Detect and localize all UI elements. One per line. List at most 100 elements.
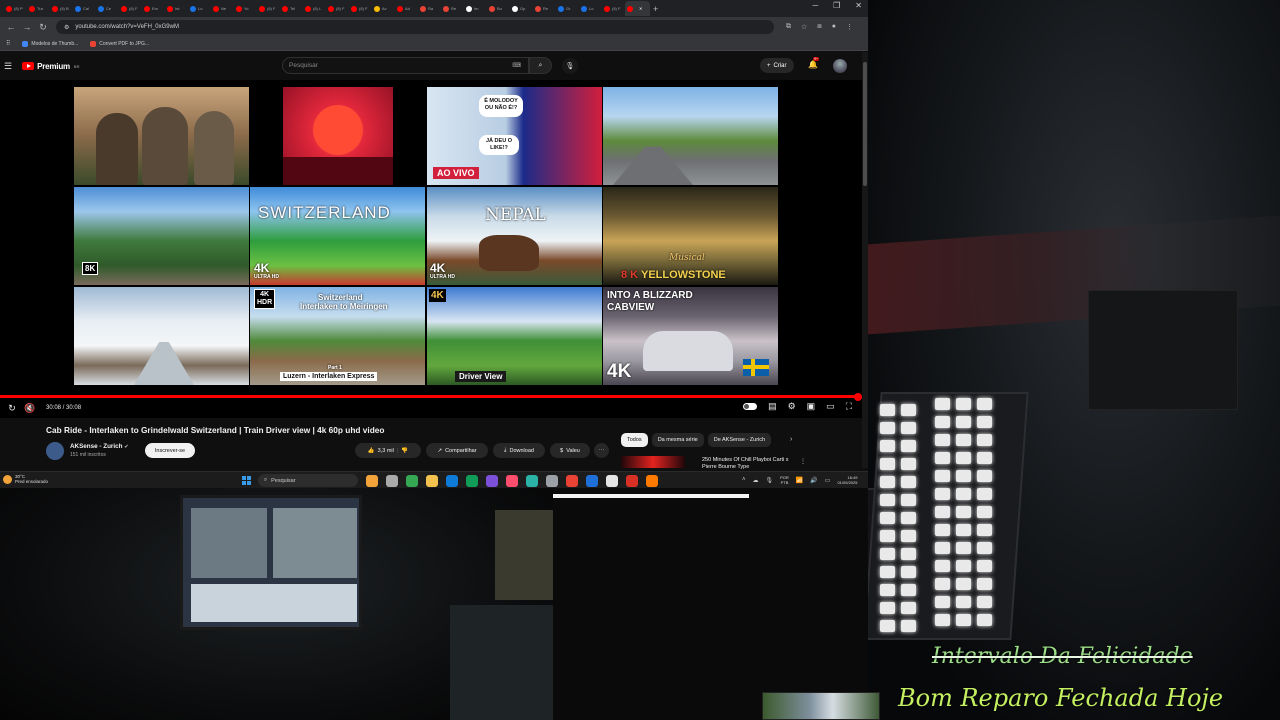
browser-tab[interactable]: Im: [464, 1, 487, 16]
browser-tab[interactable]: Cal: [73, 1, 96, 16]
recommended-thumbnail[interactable]: [621, 456, 685, 468]
taskbar-app-icon[interactable]: [446, 475, 458, 487]
youtube-logo[interactable]: Premium BR: [22, 62, 79, 71]
site-info-icon[interactable]: ⚙: [64, 24, 69, 31]
taskbar-app-icon[interactable]: [406, 475, 418, 487]
browser-tab[interactable]: (8) L: [303, 1, 326, 16]
fullscreen-icon[interactable]: ⛶: [846, 401, 852, 412]
taskbar-app-icon[interactable]: [646, 475, 658, 487]
back-icon[interactable]: ←: [6, 22, 16, 32]
taskbar-app-icon[interactable]: [366, 475, 378, 487]
endscreen-video[interactable]: [603, 87, 778, 185]
profile-icon[interactable]: ●: [832, 23, 836, 31]
endscreen-video[interactable]: Musical 8 K YELLOWSTONE: [603, 187, 778, 285]
search-input[interactable]: Pesquisar ⌨: [282, 57, 529, 74]
recommended-title[interactable]: 250 Minutes Of Chill Playboi Carti x Pie…: [702, 457, 798, 471]
notifications-button[interactable]: 🔔 9+: [808, 57, 819, 69]
taskbar-app-icon[interactable]: [426, 475, 438, 487]
volume-icon[interactable]: 🔊: [810, 477, 817, 484]
replay-icon[interactable]: ↻: [6, 403, 18, 414]
settings-gear-icon[interactable]: ⚙: [788, 401, 796, 412]
browser-tab[interactable]: (8) F: [602, 1, 625, 16]
browser-tab[interactable]: (8) P: [4, 1, 27, 16]
endscreen-video[interactable]: [74, 87, 249, 185]
browser-tab[interactable]: Re: [441, 1, 464, 16]
browser-tab[interactable]: Tra: [27, 1, 50, 16]
like-dislike-button[interactable]: 👍 3,3 mil | 👎: [355, 443, 421, 458]
endscreen-video[interactable]: [283, 87, 393, 185]
browser-tab[interactable]: (8) F: [349, 1, 372, 16]
endscreen-video[interactable]: 4K Driver View: [427, 287, 602, 385]
reload-icon[interactable]: ↻: [38, 22, 48, 33]
endscreen-video[interactable]: 8K: [74, 187, 249, 285]
browser-tab[interactable]: Op: [510, 1, 533, 16]
miniplayer-icon[interactable]: ▣: [807, 401, 816, 412]
chevron-right-icon[interactable]: ›: [790, 436, 792, 443]
thanks-button[interactable]: $ Valeu: [550, 443, 590, 458]
microphone-icon[interactable]: 🎙: [766, 477, 774, 484]
bookmark-item[interactable]: Modelos de Thumb...: [22, 40, 78, 47]
extension-icon[interactable]: ⧈: [817, 23, 821, 31]
bookmark-item[interactable]: Convert PDF to JPG...: [90, 40, 149, 47]
wifi-icon[interactable]: 📶: [796, 477, 803, 484]
browser-tab[interactable]: Lo: [579, 1, 602, 16]
taskbar-app-icon[interactable]: [506, 475, 518, 487]
browser-tab[interactable]: Av: [372, 1, 395, 16]
taskbar-app-icon[interactable]: [626, 475, 638, 487]
search-button[interactable]: ⌕: [529, 57, 552, 74]
start-button[interactable]: [242, 476, 251, 485]
taskbar-app-icon[interactable]: [526, 475, 538, 487]
theater-mode-icon[interactable]: ▭: [826, 401, 835, 412]
new-tab-icon[interactable]: +: [653, 4, 658, 14]
browser-tab[interactable]: Yo: [234, 1, 257, 16]
input-language[interactable]: POR PTB: [780, 475, 789, 485]
browser-tab[interactable]: Gr: [556, 1, 579, 16]
subtitles-icon[interactable]: ▤: [768, 401, 777, 412]
minimize-icon[interactable]: ─: [812, 1, 818, 10]
browser-tab[interactable]: Ra: [418, 1, 441, 16]
browser-tab[interactable]: (8) F: [119, 1, 142, 16]
page-scrollbar[interactable]: [862, 52, 868, 468]
more-actions-button[interactable]: ⋯: [594, 443, 609, 458]
create-button[interactable]: + Criar: [760, 58, 794, 73]
channel-avatar[interactable]: [46, 442, 64, 460]
tab-close-icon[interactable]: ✕: [639, 6, 642, 11]
url-field[interactable]: ⚙ youtube.com/watch?v=VeFH_0xG9wM: [56, 20, 774, 34]
browser-tab[interactable]: Lo: [188, 1, 211, 16]
account-avatar[interactable]: [833, 59, 847, 73]
browser-tab[interactable]: Bu: [487, 1, 510, 16]
channel-name[interactable]: AKSense - Zurich ✔: [70, 443, 128, 450]
browser-tab[interactable]: Tel: [280, 1, 303, 16]
browser-tab[interactable]: Ad: [395, 1, 418, 16]
cast-icon[interactable]: ⧉: [786, 23, 791, 31]
battery-icon[interactable]: ▭: [825, 477, 831, 484]
bookmark-star-icon[interactable]: ☆: [801, 23, 807, 31]
browser-tab[interactable]: (8) F: [326, 1, 349, 16]
browser-tab[interactable]: Int: [165, 1, 188, 16]
browser-tab[interactable]: Ne: [211, 1, 234, 16]
apps-icon[interactable]: ⠿: [6, 40, 10, 47]
weather-widget[interactable]: 30°C Pred ensolarado: [3, 474, 48, 484]
keyboard-icon[interactable]: ⌨: [512, 62, 521, 69]
taskbar-app-icon[interactable]: [606, 475, 618, 487]
endscreen-live-video[interactable]: É MOLODOY OU NÃO É!? JÁ DEU O LIKE!? AO …: [427, 87, 602, 185]
taskbar-app-icon[interactable]: [486, 475, 498, 487]
chip-channel[interactable]: De AKSense - Zurich: [707, 433, 772, 447]
voice-search-button[interactable]: 🎙: [562, 58, 578, 74]
chip-all[interactable]: Todos: [621, 433, 648, 447]
chevron-up-icon[interactable]: ˄: [742, 477, 746, 483]
chip-same-series[interactable]: Da mesma série: [651, 433, 704, 447]
hamburger-menu-icon[interactable]: ☰: [4, 61, 12, 72]
more-icon[interactable]: ⋮: [800, 458, 806, 465]
autoplay-toggle[interactable]: [743, 403, 758, 410]
taskbar-app-icon[interactable]: [546, 475, 558, 487]
browser-tab[interactable]: Re: [533, 1, 556, 16]
taskbar-search[interactable]: ⌕ Pesquisar: [258, 474, 358, 487]
scrollbar-thumb[interactable]: [863, 62, 867, 186]
forward-icon[interactable]: →: [22, 22, 32, 32]
clock[interactable]: 16:49 01/09/2025: [837, 475, 857, 485]
kebab-menu-icon[interactable]: ⋮: [846, 23, 853, 31]
browser-tab[interactable]: (8) F: [257, 1, 280, 16]
subscribe-button[interactable]: Inscrever-se: [145, 443, 195, 458]
cloud-icon[interactable]: ☁: [753, 477, 759, 484]
